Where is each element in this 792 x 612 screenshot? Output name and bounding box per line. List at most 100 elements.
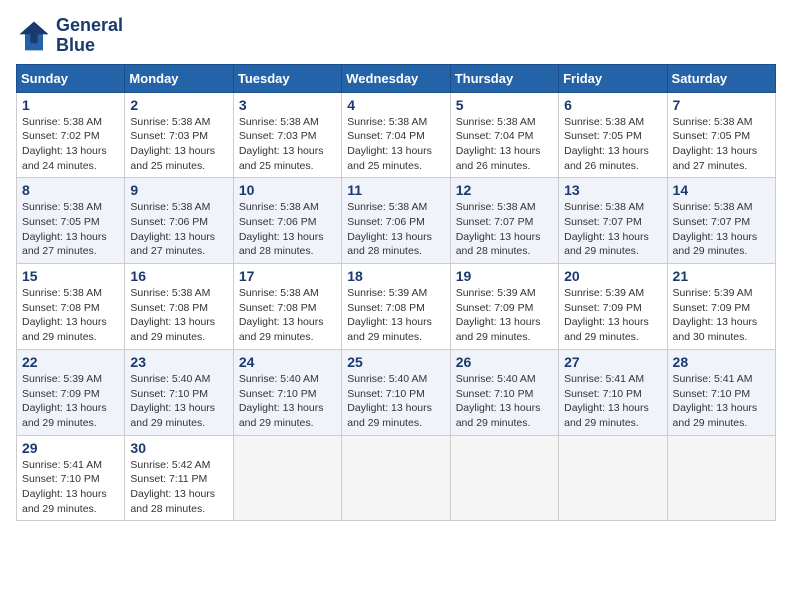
day-number: 5 — [456, 97, 553, 113]
calendar-cell: 10 Sunrise: 5:38 AMSunset: 7:06 PMDayligh… — [233, 178, 341, 264]
calendar-cell: 20 Sunrise: 5:39 AMSunset: 7:09 PMDayligh… — [559, 264, 667, 350]
calendar-cell: 16 Sunrise: 5:38 AMSunset: 7:08 PMDayligh… — [125, 264, 233, 350]
col-header-monday: Monday — [125, 64, 233, 92]
calendar-cell: 11 Sunrise: 5:38 AMSunset: 7:06 PMDayligh… — [342, 178, 450, 264]
day-number: 9 — [130, 182, 227, 198]
day-number: 19 — [456, 268, 553, 284]
day-info: Sunrise: 5:38 AMSunset: 7:03 PMDaylight:… — [239, 115, 336, 174]
calendar-table: SundayMondayTuesdayWednesdayThursdayFrid… — [16, 64, 776, 522]
day-info: Sunrise: 5:38 AMSunset: 7:03 PMDaylight:… — [130, 115, 227, 174]
day-info: Sunrise: 5:40 AMSunset: 7:10 PMDaylight:… — [456, 372, 553, 431]
day-number: 22 — [22, 354, 119, 370]
day-info: Sunrise: 5:39 AMSunset: 7:09 PMDaylight:… — [673, 286, 770, 345]
day-info: Sunrise: 5:38 AMSunset: 7:04 PMDaylight:… — [456, 115, 553, 174]
calendar-cell: 9 Sunrise: 5:38 AMSunset: 7:06 PMDaylight… — [125, 178, 233, 264]
calendar-cell — [450, 435, 558, 521]
day-number: 16 — [130, 268, 227, 284]
day-number: 29 — [22, 440, 119, 456]
calendar-cell: 8 Sunrise: 5:38 AMSunset: 7:05 PMDaylight… — [17, 178, 125, 264]
week-row-1: 1 Sunrise: 5:38 AMSunset: 7:02 PMDaylight… — [17, 92, 776, 178]
day-number: 7 — [673, 97, 770, 113]
day-info: Sunrise: 5:41 AMSunset: 7:10 PMDaylight:… — [673, 372, 770, 431]
calendar-cell: 21 Sunrise: 5:39 AMSunset: 7:09 PMDayligh… — [667, 264, 775, 350]
day-info: Sunrise: 5:39 AMSunset: 7:09 PMDaylight:… — [564, 286, 661, 345]
day-info: Sunrise: 5:38 AMSunset: 7:06 PMDaylight:… — [347, 200, 444, 259]
day-number: 26 — [456, 354, 553, 370]
week-row-3: 15 Sunrise: 5:38 AMSunset: 7:08 PMDayligh… — [17, 264, 776, 350]
day-number: 25 — [347, 354, 444, 370]
day-number: 20 — [564, 268, 661, 284]
calendar-cell: 15 Sunrise: 5:38 AMSunset: 7:08 PMDayligh… — [17, 264, 125, 350]
day-number: 24 — [239, 354, 336, 370]
day-info: Sunrise: 5:38 AMSunset: 7:02 PMDaylight:… — [22, 115, 119, 174]
calendar-cell: 2 Sunrise: 5:38 AMSunset: 7:03 PMDaylight… — [125, 92, 233, 178]
calendar-cell: 30Sunrise: 5:42 AMSunset: 7:11 PMDayligh… — [125, 435, 233, 521]
calendar-cell: 13Sunrise: 5:38 AMSunset: 7:07 PMDayligh… — [559, 178, 667, 264]
day-number: 12 — [456, 182, 553, 198]
calendar-cell: 23Sunrise: 5:40 AMSunset: 7:10 PMDayligh… — [125, 349, 233, 435]
calendar-cell — [342, 435, 450, 521]
calendar-cell: 24 Sunrise: 5:40 AMSunset: 7:10 PMDayligh… — [233, 349, 341, 435]
calendar-cell: 27Sunrise: 5:41 AMSunset: 7:10 PMDayligh… — [559, 349, 667, 435]
day-number: 11 — [347, 182, 444, 198]
col-header-tuesday: Tuesday — [233, 64, 341, 92]
day-number: 10 — [239, 182, 336, 198]
day-number: 15 — [22, 268, 119, 284]
day-number: 21 — [673, 268, 770, 284]
calendar-cell: 1 Sunrise: 5:38 AMSunset: 7:02 PMDaylight… — [17, 92, 125, 178]
day-info: Sunrise: 5:39 AMSunset: 7:09 PMDaylight:… — [22, 372, 119, 431]
calendar-cell: 28 Sunrise: 5:41 AMSunset: 7:10 PMDayligh… — [667, 349, 775, 435]
calendar-cell: 19 Sunrise: 5:39 AMSunset: 7:09 PMDayligh… — [450, 264, 558, 350]
day-number: 4 — [347, 97, 444, 113]
day-info: Sunrise: 5:38 AMSunset: 7:07 PMDaylight:… — [673, 200, 770, 259]
day-number: 6 — [564, 97, 661, 113]
day-info: Sunrise: 5:40 AMSunset: 7:10 PMDaylight:… — [130, 372, 227, 431]
calendar-cell: 12 Sunrise: 5:38 AMSunset: 7:07 PMDayligh… — [450, 178, 558, 264]
logo-text: General Blue — [56, 16, 123, 56]
week-row-2: 8 Sunrise: 5:38 AMSunset: 7:05 PMDaylight… — [17, 178, 776, 264]
day-info: Sunrise: 5:38 AMSunset: 7:05 PMDaylight:… — [673, 115, 770, 174]
day-info: Sunrise: 5:39 AMSunset: 7:09 PMDaylight:… — [456, 286, 553, 345]
logo: General Blue — [16, 16, 123, 56]
day-number: 13 — [564, 182, 661, 198]
day-info: Sunrise: 5:38 AMSunset: 7:07 PMDaylight:… — [456, 200, 553, 259]
day-info: Sunrise: 5:38 AMSunset: 7:08 PMDaylight:… — [22, 286, 119, 345]
day-number: 1 — [22, 97, 119, 113]
day-number: 14 — [673, 182, 770, 198]
day-info: Sunrise: 5:41 AMSunset: 7:10 PMDaylight:… — [564, 372, 661, 431]
day-info: Sunrise: 5:38 AMSunset: 7:04 PMDaylight:… — [347, 115, 444, 174]
col-header-thursday: Thursday — [450, 64, 558, 92]
day-info: Sunrise: 5:38 AMSunset: 7:06 PMDaylight:… — [239, 200, 336, 259]
calendar-cell — [559, 435, 667, 521]
logo-icon — [16, 18, 52, 54]
day-info: Sunrise: 5:41 AMSunset: 7:10 PMDaylight:… — [22, 458, 119, 517]
day-info: Sunrise: 5:40 AMSunset: 7:10 PMDaylight:… — [239, 372, 336, 431]
week-row-4: 22 Sunrise: 5:39 AMSunset: 7:09 PMDayligh… — [17, 349, 776, 435]
calendar-cell: 26 Sunrise: 5:40 AMSunset: 7:10 PMDayligh… — [450, 349, 558, 435]
week-row-5: 29 Sunrise: 5:41 AMSunset: 7:10 PMDayligh… — [17, 435, 776, 521]
calendar-cell: 3 Sunrise: 5:38 AMSunset: 7:03 PMDaylight… — [233, 92, 341, 178]
calendar-cell — [233, 435, 341, 521]
day-number: 18 — [347, 268, 444, 284]
day-number: 2 — [130, 97, 227, 113]
calendar-cell — [667, 435, 775, 521]
day-info: Sunrise: 5:38 AMSunset: 7:08 PMDaylight:… — [130, 286, 227, 345]
calendar-cell: 22 Sunrise: 5:39 AMSunset: 7:09 PMDayligh… — [17, 349, 125, 435]
col-header-saturday: Saturday — [667, 64, 775, 92]
page-header: General Blue — [16, 16, 776, 56]
day-number: 28 — [673, 354, 770, 370]
calendar-cell: 14 Sunrise: 5:38 AMSunset: 7:07 PMDayligh… — [667, 178, 775, 264]
col-header-friday: Friday — [559, 64, 667, 92]
calendar-cell: 17Sunrise: 5:38 AMSunset: 7:08 PMDayligh… — [233, 264, 341, 350]
day-info: Sunrise: 5:38 AMSunset: 7:05 PMDaylight:… — [564, 115, 661, 174]
day-number: 17 — [239, 268, 336, 284]
day-info: Sunrise: 5:39 AMSunset: 7:08 PMDaylight:… — [347, 286, 444, 345]
day-number: 8 — [22, 182, 119, 198]
calendar-cell: 18 Sunrise: 5:39 AMSunset: 7:08 PMDayligh… — [342, 264, 450, 350]
day-info: Sunrise: 5:38 AMSunset: 7:05 PMDaylight:… — [22, 200, 119, 259]
day-number: 3 — [239, 97, 336, 113]
calendar-cell: 5 Sunrise: 5:38 AMSunset: 7:04 PMDaylight… — [450, 92, 558, 178]
day-info: Sunrise: 5:38 AMSunset: 7:06 PMDaylight:… — [130, 200, 227, 259]
day-number: 30 — [130, 440, 227, 456]
col-header-wednesday: Wednesday — [342, 64, 450, 92]
